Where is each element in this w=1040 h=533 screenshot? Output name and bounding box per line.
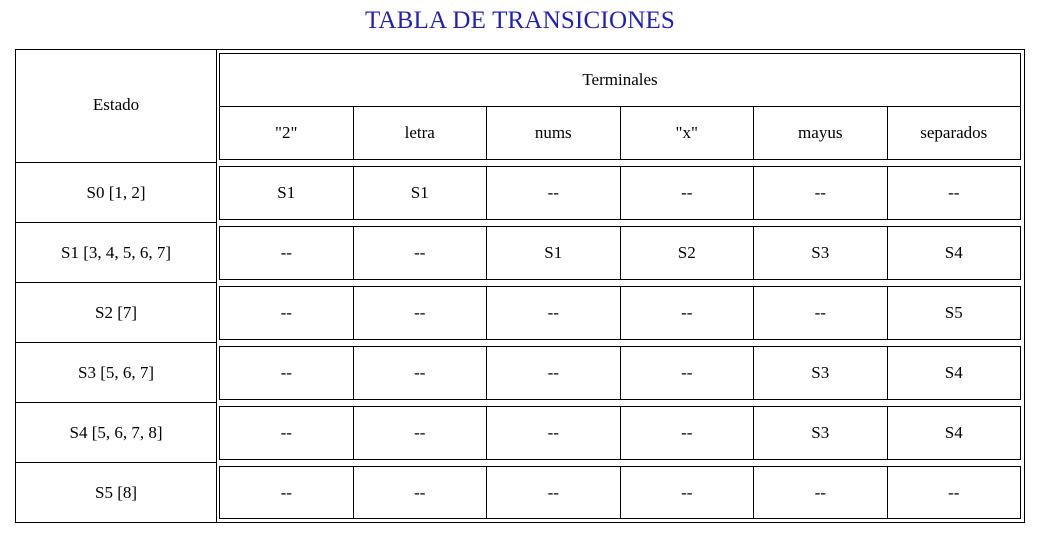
transition-cell: --: [621, 407, 754, 459]
transition-cell: --: [354, 227, 487, 279]
transition-cell: --: [621, 287, 754, 339]
transition-cell: --: [487, 407, 621, 459]
transition-cell: S5: [944, 303, 963, 322]
estado-cell: S5 [8]: [94, 482, 138, 502]
transition-cell: --: [754, 167, 888, 219]
transition-cell: --: [220, 227, 354, 279]
table-row: -- -- S1 S2 S3 S4: [219, 226, 1021, 280]
transition-cell: S1: [354, 167, 487, 219]
estado-cell: S3 [5, 6, 7]: [77, 362, 155, 382]
transition-cell: --: [354, 287, 487, 339]
column-header: "x": [621, 107, 754, 159]
column-header: nums: [487, 107, 621, 159]
transition-cell: --: [487, 467, 621, 518]
transition-cell: S3: [754, 407, 888, 459]
transition-cell: --: [220, 407, 354, 459]
table-row: -- -- -- -- S3 S4: [219, 406, 1021, 460]
transition-cell: S4: [944, 423, 963, 442]
page-title: TABLA DE TRANSICIONES: [364, 7, 676, 34]
table-row: -- -- -- -- -- --: [219, 466, 1021, 519]
table-row: -- -- -- -- S3 S4: [219, 346, 1021, 400]
transition-cell: --: [354, 407, 487, 459]
transition-cell: --: [487, 347, 621, 399]
transition-cell: --: [487, 287, 621, 339]
terminales-header: Terminales: [220, 54, 1020, 107]
transition-cell: --: [220, 287, 354, 339]
estado-cell: S1 [3, 4, 5, 6, 7]: [60, 242, 172, 262]
column-header: separados: [920, 123, 988, 142]
transition-cell: --: [220, 347, 354, 399]
transition-cell: S1: [220, 167, 354, 219]
transition-cell: --: [621, 167, 754, 219]
transition-cell: --: [354, 347, 487, 399]
transition-cell: --: [621, 467, 754, 518]
terminal-columns-header: "2" letra nums "x" mayus separados: [220, 107, 1020, 159]
transition-cell: --: [948, 183, 960, 202]
transition-cell: --: [948, 482, 960, 502]
column-header: "2": [220, 107, 354, 159]
estado-cell: S4 [5, 6, 7, 8]: [69, 422, 163, 442]
transition-cell: --: [354, 467, 487, 518]
transition-cell: S3: [754, 347, 888, 399]
transition-cell: --: [754, 287, 888, 339]
column-header: mayus: [754, 107, 888, 159]
column-header: letra: [354, 107, 487, 159]
transition-cell: S1: [487, 227, 621, 279]
terminales-header-block: Terminales "2" letra nums "x" mayus sepa…: [219, 53, 1021, 160]
transition-cell: S4: [944, 243, 963, 262]
estado-header: Estado: [92, 95, 140, 114]
transition-cell: S2: [621, 227, 754, 279]
table-row: -- -- -- -- -- S5: [219, 286, 1021, 340]
transition-cell: --: [754, 467, 888, 518]
transition-cell: --: [220, 467, 354, 518]
transition-cell: --: [621, 347, 754, 399]
transition-cell: --: [487, 167, 621, 219]
estado-cell: S2 [7]: [94, 302, 138, 322]
transition-cell: S3: [754, 227, 888, 279]
estado-cell: S0 [1, 2]: [86, 182, 146, 202]
table-row: S1 S1 -- -- -- --: [219, 166, 1021, 220]
transition-cell: S4: [944, 363, 963, 382]
